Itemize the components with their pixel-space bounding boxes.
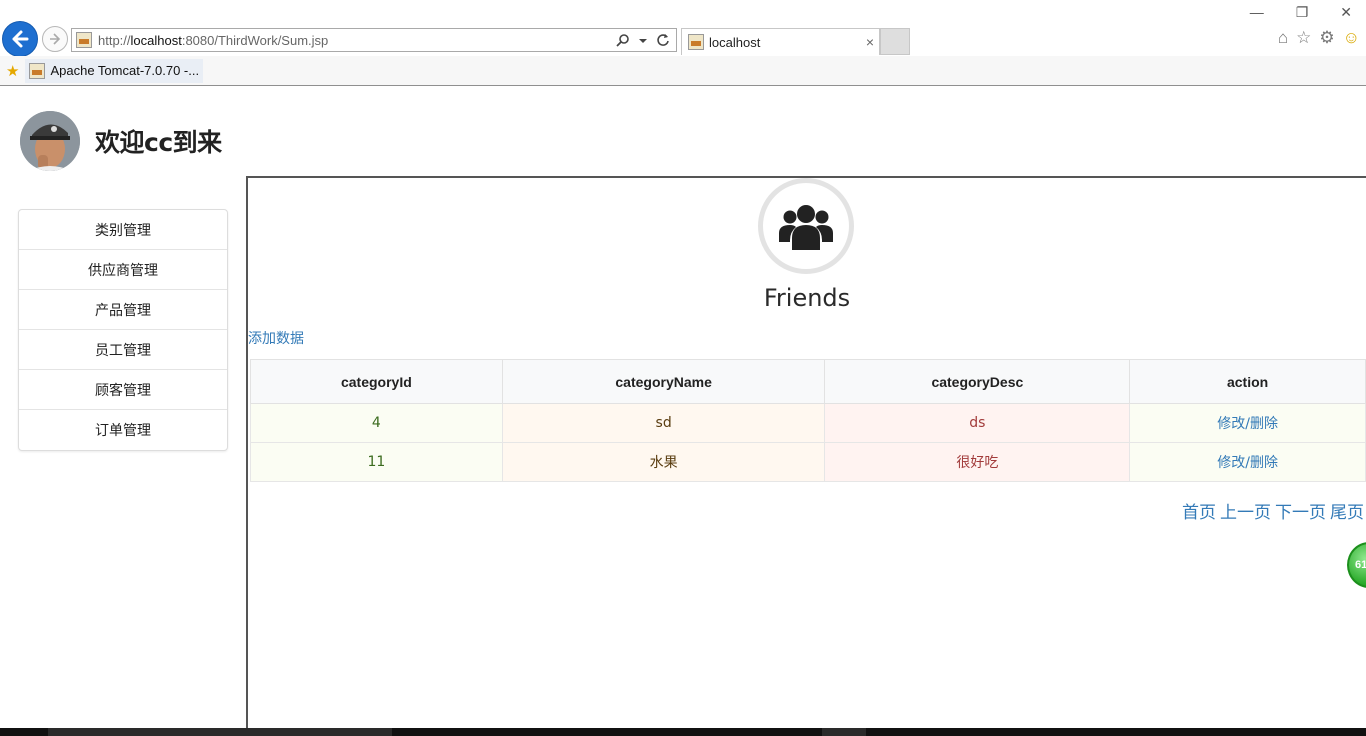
category-table: categoryId categoryName categoryDesc act… (250, 359, 1366, 482)
tab-title: localhost (709, 34, 761, 50)
page-header: 欢迎cc到来 (20, 111, 222, 171)
header-category-name: categoryName (501, 359, 826, 404)
sidebar-item-order[interactable]: 订单管理 (19, 410, 227, 450)
refresh-icon[interactable] (656, 33, 670, 47)
avatar (20, 111, 80, 171)
cell-category-name: 水果 (501, 442, 826, 482)
table-row: 4 sd ds 修改/删除 (250, 403, 1366, 443)
favorites-bar: ★ Apache Tomcat-7.0.70 -... (0, 56, 1366, 86)
cell-category-name: sd (501, 403, 826, 443)
star-icon[interactable]: ☆ (1296, 28, 1311, 48)
table-header-row: categoryId categoryName categoryDesc act… (250, 359, 1366, 404)
browser-tools: ⌂ ☆ ⚙ ☺ (1278, 28, 1360, 48)
add-data-link[interactable]: 添加数据 (248, 328, 304, 348)
forward-arrow-icon (50, 33, 61, 45)
tab-close-icon[interactable]: × (866, 34, 874, 50)
users-icon (779, 205, 833, 250)
site-favicon-icon (76, 32, 92, 48)
browser-tab[interactable]: localhost × (681, 28, 880, 55)
dropdown-icon[interactable] (639, 33, 647, 47)
back-button[interactable] (2, 21, 38, 57)
new-tab-button[interactable] (880, 28, 910, 55)
sidebar-item-employee[interactable]: 员工管理 (19, 330, 227, 370)
forward-button[interactable] (42, 26, 68, 52)
table-row: 11 水果 很好吃 修改/删除 (250, 442, 1366, 482)
minimize-icon[interactable]: — (1250, 4, 1264, 21)
edit-delete-link[interactable]: 修改/删除 (1129, 442, 1366, 482)
cell-category-id: 4 (250, 403, 503, 443)
first-page-link[interactable]: 首页 (1182, 498, 1216, 523)
header-category-id: categoryId (250, 359, 503, 404)
friends-icon-circle (758, 178, 854, 274)
tab-favicon-icon (688, 34, 704, 50)
section-title: Friends (763, 284, 851, 312)
home-icon[interactable]: ⌂ (1278, 28, 1288, 48)
header-category-desc: categoryDesc (824, 359, 1131, 404)
sidebar-item-customer[interactable]: 顾客管理 (19, 370, 227, 410)
favorite-label: Apache Tomcat-7.0.70 -... (50, 63, 200, 78)
search-icon[interactable] (616, 33, 630, 47)
cell-category-desc: 很好吃 (824, 442, 1131, 482)
back-arrow-icon (12, 30, 29, 48)
sidebar-menu: 类别管理 供应商管理 产品管理 员工管理 顾客管理 订单管理 (18, 209, 228, 451)
add-favorite-icon[interactable]: ★ (6, 62, 19, 80)
window-controls: — ❐ ✕ (1250, 4, 1352, 21)
pagination: 首页 上一页 下一页 尾页 (1182, 498, 1364, 523)
favorite-favicon-icon (29, 62, 46, 79)
sidebar-item-category[interactable]: 类别管理 (19, 210, 227, 250)
header-action: action (1129, 359, 1366, 404)
browser-toolbar: — ❐ ✕ http://localhost:8080/ThirdWork/Su… (0, 0, 1366, 57)
sidebar-item-product[interactable]: 产品管理 (19, 290, 227, 330)
address-bar[interactable]: http://localhost:8080/ThirdWork/Sum.jsp (71, 28, 677, 52)
favorite-item[interactable]: Apache Tomcat-7.0.70 -... (25, 58, 204, 83)
url-text[interactable]: http://localhost:8080/ThirdWork/Sum.jsp (98, 33, 616, 48)
gear-icon[interactable]: ⚙ (1319, 28, 1334, 48)
sidebar-item-supplier[interactable]: 供应商管理 (19, 250, 227, 290)
taskbar (0, 728, 1366, 736)
cell-category-id: 11 (250, 442, 503, 482)
last-page-link[interactable]: 尾页 (1330, 498, 1364, 523)
page-title: 欢迎cc到来 (95, 128, 222, 157)
restore-icon[interactable]: ❐ (1296, 4, 1309, 21)
content-frame: Friends 添加数据 categoryId categoryName cat… (246, 176, 1366, 736)
close-window-icon[interactable]: ✕ (1340, 4, 1352, 21)
edit-delete-link[interactable]: 修改/删除 (1129, 403, 1366, 443)
prev-page-link[interactable]: 上一页 (1220, 498, 1271, 523)
next-page-link[interactable]: 下一页 (1275, 498, 1326, 523)
smiley-icon[interactable]: ☺ (1343, 28, 1360, 48)
cell-category-desc: ds (824, 403, 1131, 443)
